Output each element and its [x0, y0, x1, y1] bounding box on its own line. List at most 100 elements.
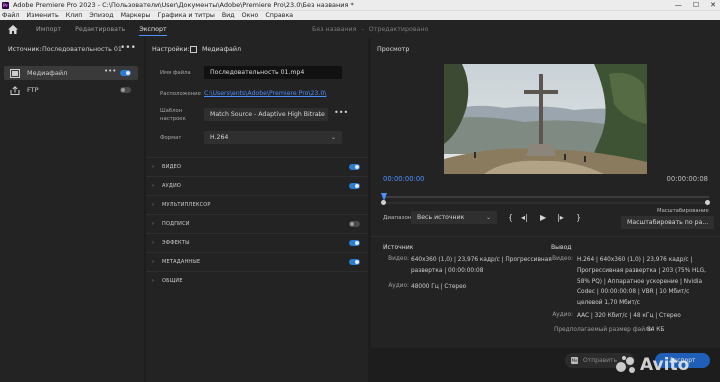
menu-sequence[interactable]: Эпизод: [89, 12, 113, 19]
menu-edit[interactable]: Изменить: [26, 12, 58, 19]
premiere-logo-icon: Pr: [2, 1, 9, 9]
tab-import[interactable]: Импорт: [36, 20, 61, 38]
destination-media-file-label: Медиафайл: [27, 69, 68, 77]
range-select[interactable]: Весь источник ⌄: [411, 211, 497, 224]
range-in-handle[interactable]: [381, 200, 386, 205]
settings-panel: Настройки: Медиафайл Имя файла Последова…: [146, 38, 368, 382]
preview-title: Просмотр: [377, 46, 410, 53]
output-video-label: Видео:: [552, 256, 573, 262]
chevron-right-icon: ›: [152, 201, 154, 208]
section-effects-label: ЭФФЕКТЫ: [162, 239, 190, 246]
ftp-upload-icon: [10, 85, 20, 95]
chevron-right-icon: ›: [152, 258, 154, 265]
settings-label: Настройки:: [152, 46, 190, 53]
menu-window[interactable]: Окно: [242, 12, 259, 19]
source-more-icon[interactable]: •••: [120, 43, 136, 53]
window-controls: — ☐ ✕: [675, 0, 716, 10]
section-metadata[interactable]: › МЕТАДАННЫЕ: [146, 252, 368, 270]
menu-view[interactable]: Вид: [222, 12, 235, 19]
project-name: Без названия: [312, 25, 357, 33]
menu-markers[interactable]: Маркеры: [121, 12, 151, 19]
app-window: Pr Adobe Premiere Pro 2023 - C:\Пользова…: [0, 0, 720, 382]
settings-media-icon: [190, 46, 197, 53]
filesize-value: 84 КБ: [647, 327, 665, 333]
step-back-icon[interactable]: ◂|: [521, 213, 528, 222]
output-audio-info: AAC | 320 Кбит/с | 48 кГц | Стерео: [577, 313, 681, 319]
range-track[interactable]: [383, 202, 709, 204]
set-out-point-icon[interactable]: }: [576, 213, 581, 222]
output-info-title: Вывод: [551, 244, 572, 251]
range-out-handle[interactable]: [705, 200, 710, 205]
set-in-point-icon[interactable]: {: [508, 213, 513, 222]
section-video[interactable]: › ВИДЕО: [146, 157, 368, 175]
scale-select[interactable]: Масштабировать по ра...: [621, 216, 714, 229]
chevron-right-icon: ›: [152, 220, 154, 227]
step-forward-icon[interactable]: |▸: [557, 213, 564, 222]
workspace-toolbar: Импорт Редактировать Экспорт Без названи…: [0, 20, 720, 38]
section-multiplexer-label: МУЛЬТИПЛЕКСОР: [162, 201, 211, 208]
preset-label-1: Шаблон: [160, 108, 183, 114]
output-video-info: H.264 | 640x360 (1,0) | 23,976 кадр/с | …: [577, 255, 706, 309]
destination-media-file[interactable]: Медиафайл •••: [4, 66, 138, 80]
chevron-right-icon: ›: [152, 182, 154, 189]
tab-export[interactable]: Экспорт: [139, 20, 167, 38]
section-audio-toggle[interactable]: [349, 183, 360, 189]
timecode-total: 00:00:00:08: [666, 175, 708, 183]
title-separator: -: [361, 25, 364, 33]
section-general[interactable]: › ОБЩИЕ: [146, 271, 368, 289]
chevron-right-icon: ›: [152, 277, 154, 284]
window-title: Adobe Premiere Pro 2023 - C:\Пользовател…: [13, 1, 354, 9]
menu-file[interactable]: Файл: [2, 12, 19, 19]
section-video-toggle[interactable]: [349, 164, 360, 170]
destination-ftp[interactable]: FTP: [4, 83, 138, 97]
timecode-current: 00:00:00:00: [383, 175, 425, 183]
destination-media-file-toggle[interactable]: [120, 70, 131, 76]
preset-label-2: настроек: [160, 116, 186, 122]
tab-edit[interactable]: Редактировать: [75, 20, 125, 38]
source-video-label: Видео:: [388, 256, 409, 262]
location-link[interactable]: C:\Users\ents\Adobe\Premiere Pro\23.0\: [204, 90, 326, 97]
section-general-label: ОБЩИЕ: [162, 277, 183, 284]
media-file-icon: [10, 68, 20, 78]
format-label: Формат: [160, 135, 182, 141]
play-icon[interactable]: ▶: [540, 213, 546, 222]
timeline-track[interactable]: [383, 196, 709, 198]
chevron-down-icon: ⌄: [485, 214, 491, 221]
output-video-line: H.264 | 640x360 (1,0) | 23,976 кадр/с |: [577, 257, 693, 263]
section-effects-toggle[interactable]: [349, 240, 360, 246]
chevron-right-icon: ›: [152, 163, 154, 170]
preset-select[interactable]: Match Source - Adaptive High Bitrate ⌄: [204, 108, 328, 121]
section-video-label: ВИДЕО: [162, 163, 182, 170]
maximize-icon[interactable]: ☐: [693, 1, 699, 9]
range-select-value: Весь источник: [417, 214, 465, 221]
section-audio[interactable]: › АУДИО: [146, 176, 368, 194]
menu-help[interactable]: Справка: [265, 12, 293, 19]
output-video-line: целевой 1,70 Мбит/с: [577, 300, 640, 307]
scale-label: Масштабирование: [657, 208, 709, 214]
format-select[interactable]: H.264 ⌄: [204, 131, 342, 144]
minimize-icon[interactable]: —: [675, 1, 682, 9]
title-bar: Pr Adobe Premiere Pro 2023 - C:\Пользова…: [0, 0, 720, 10]
section-effects[interactable]: › ЭФФЕКТЫ: [146, 233, 368, 251]
menu-graphics[interactable]: Графика и титры: [158, 12, 215, 19]
format-select-value: H.264: [210, 134, 229, 141]
menu-clip[interactable]: Клип: [66, 12, 83, 19]
destination-ftp-toggle[interactable]: [120, 87, 131, 93]
filename-input[interactable]: Последовательность 01.mp4: [204, 66, 342, 79]
preset-more-icon[interactable]: •••: [334, 108, 348, 117]
source-info-title: Источник: [383, 244, 414, 251]
source-label: Источник:: [8, 46, 42, 53]
home-icon[interactable]: [4, 20, 22, 38]
section-captions-toggle[interactable]: [349, 221, 360, 227]
close-icon[interactable]: ✕: [710, 1, 716, 9]
section-multiplexer[interactable]: › МУЛЬТИПЛЕКСОР: [146, 195, 368, 213]
output-video-line: Прогрессивная развертка | 203 (75% HLG,: [577, 267, 706, 274]
section-captions[interactable]: › ПОДПИСИ: [146, 214, 368, 232]
section-metadata-toggle[interactable]: [349, 259, 360, 265]
avito-logo-icon: [616, 356, 635, 373]
filesize-label: Предполагаемый размер файла:: [554, 327, 655, 333]
output-video-line: Codec | 00:00:00:08 | VBR | 10 Мбит/с: [577, 289, 690, 296]
destination-more-icon[interactable]: •••: [104, 67, 116, 75]
video-preview-frame: [444, 64, 647, 174]
preset-select-value: Match Source - Adaptive High Bitrate: [210, 111, 325, 118]
